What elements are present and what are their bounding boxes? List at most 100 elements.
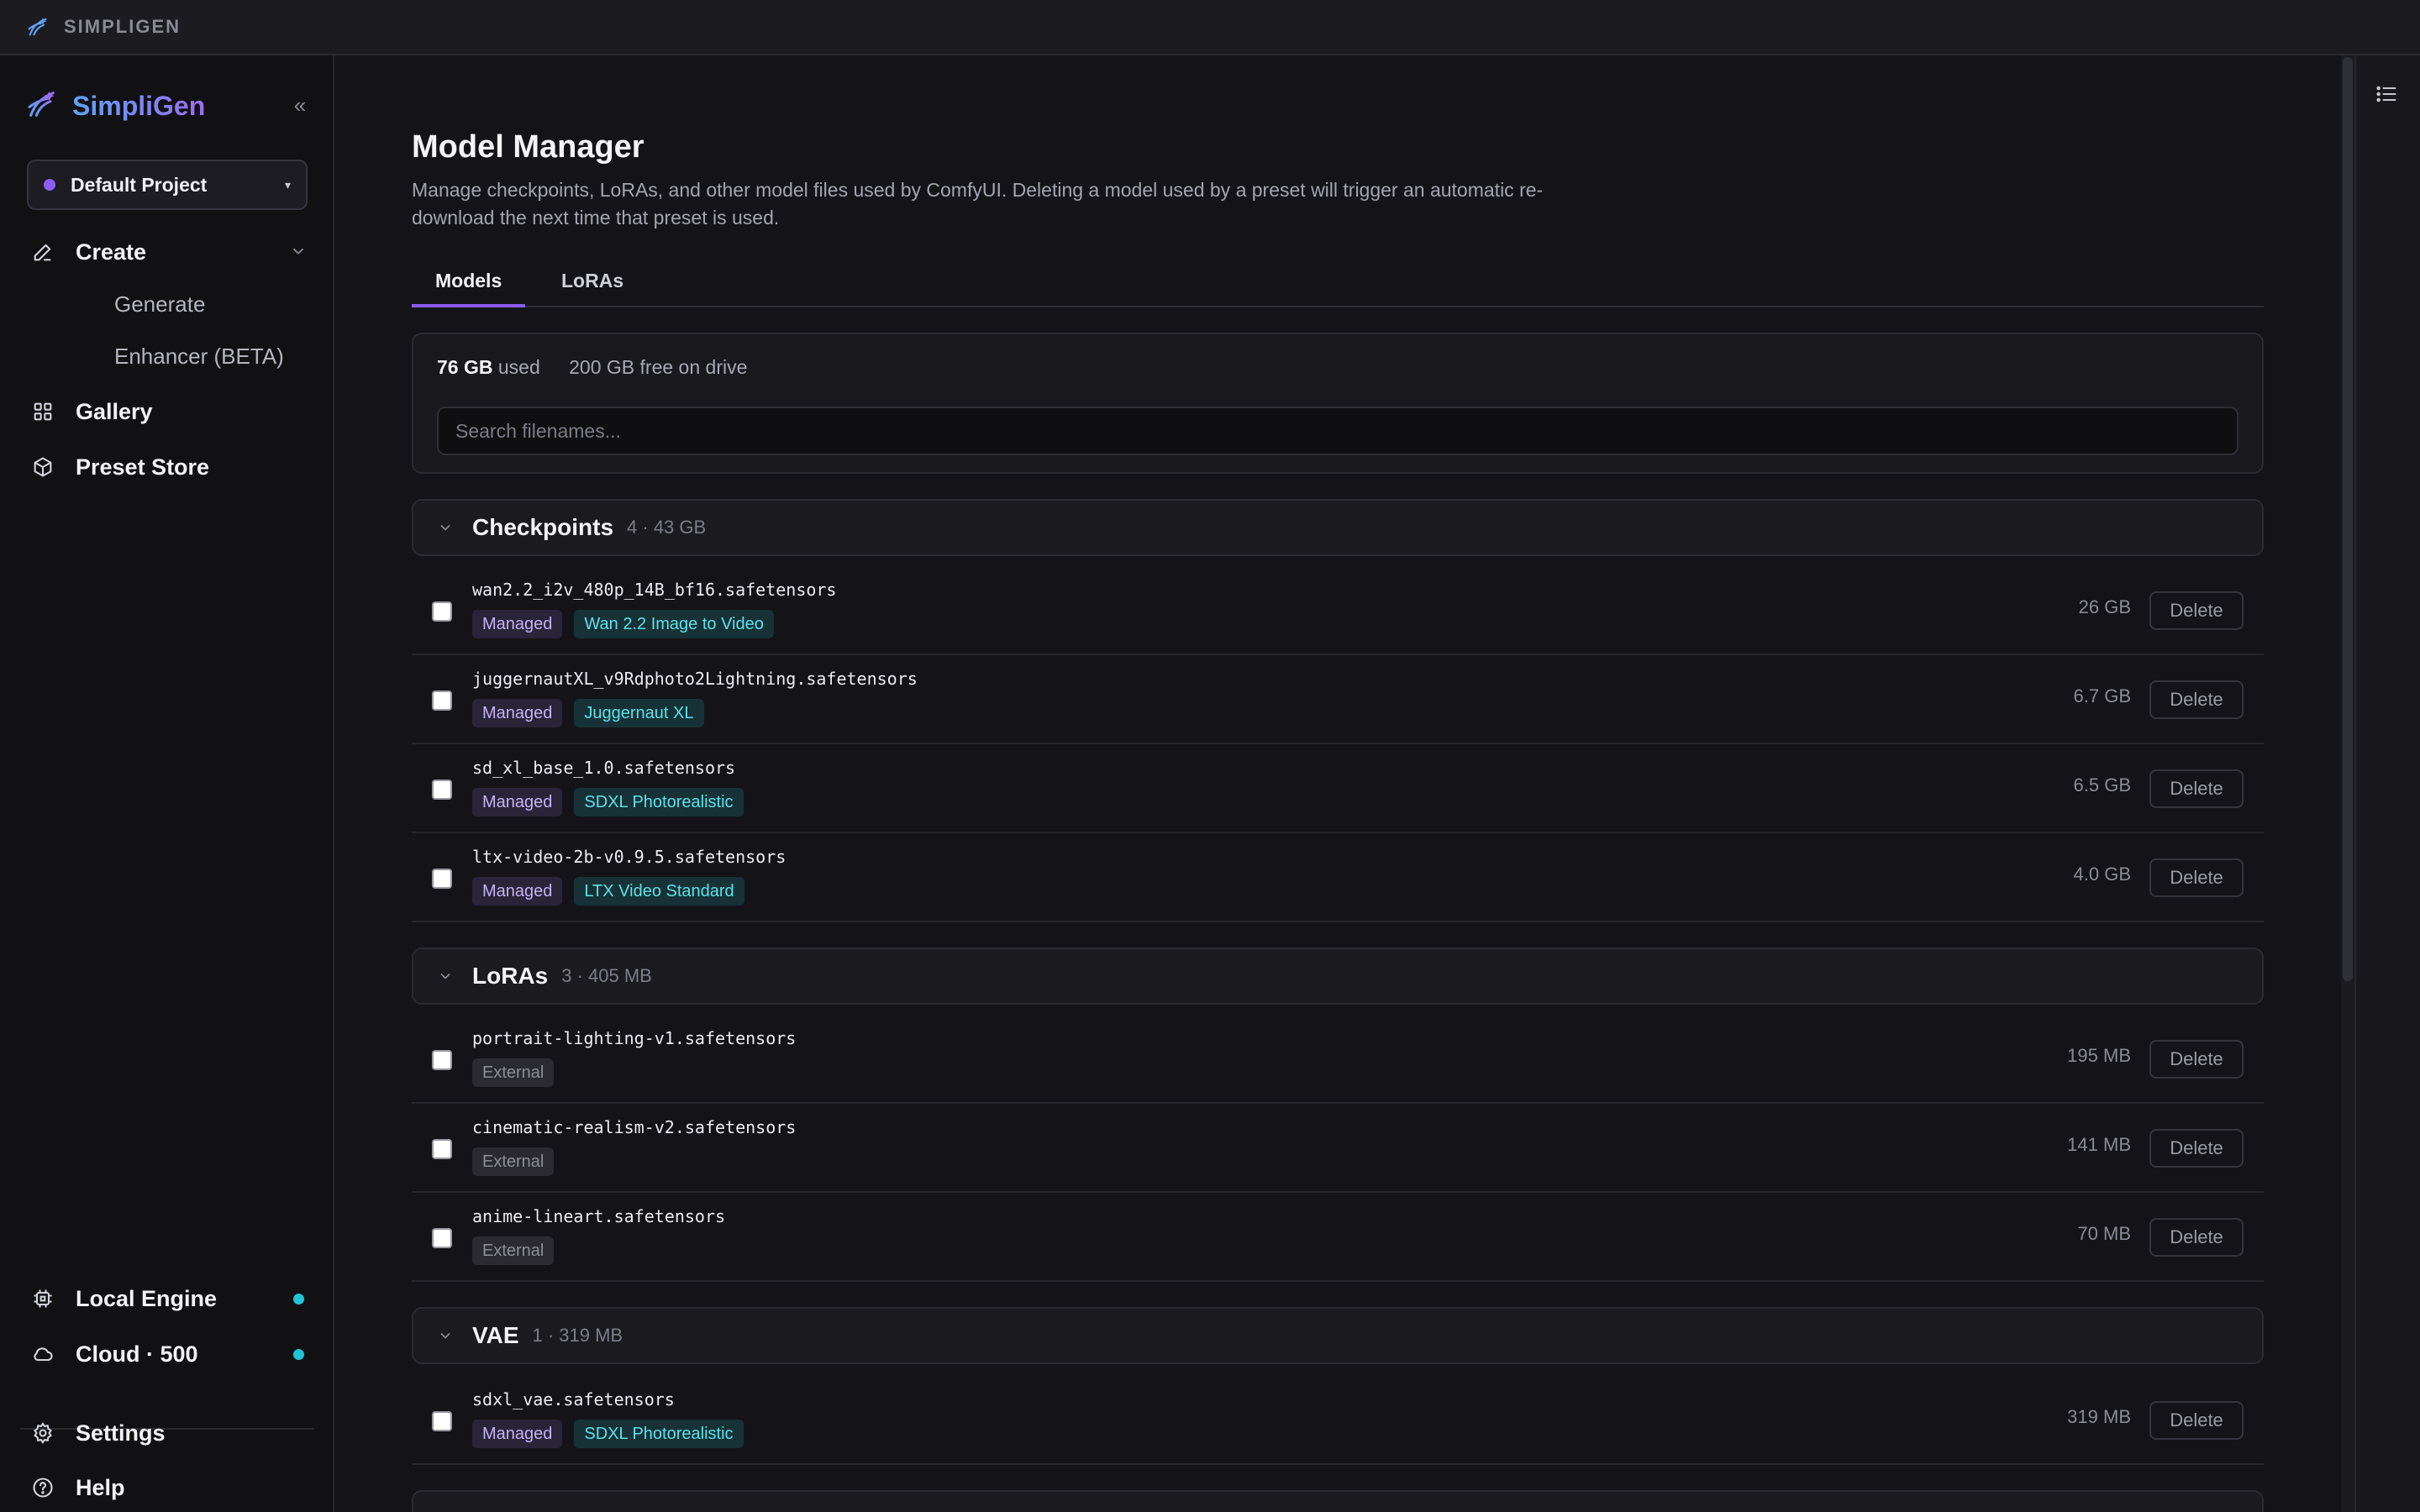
managed-badge: Managed <box>472 788 563 816</box>
search-input[interactable] <box>437 407 2238 455</box>
grid-icon <box>30 399 55 424</box>
delete-button[interactable]: Delete <box>2149 1040 2244 1079</box>
file-size: 141 MB <box>2067 1134 2131 1155</box>
table-row: anime-lineart.safetensors External 70 MB… <box>412 1193 2264 1282</box>
storage-usage-panel: 76 GB used 200 GB free on drive <box>412 333 2264 474</box>
nav-preset-store-label: Preset Store <box>76 454 210 480</box>
delete-button[interactable]: Delete <box>2149 1129 2244 1168</box>
page-description: Manage checkpoints, LoRAs, and other mod… <box>412 179 1544 228</box>
chevron-down-icon[interactable] <box>435 966 455 986</box>
project-color-dot <box>44 179 55 191</box>
local-engine-status[interactable]: Local Engine <box>30 1278 308 1319</box>
delete-button[interactable]: Delete <box>2149 769 2244 808</box>
row-checkbox[interactable] <box>432 690 452 711</box>
cloud-status[interactable]: Cloud · 500 <box>30 1334 308 1374</box>
chevron-down-icon[interactable] <box>435 517 455 538</box>
file-name: anime-lineart.safetensors <box>472 1206 726 1226</box>
free-space: 200 GB free on drive <box>569 356 748 378</box>
box-icon <box>30 454 55 480</box>
file-size: 6.7 GB <box>2073 685 2131 706</box>
chevron-down-icon[interactable] <box>435 1326 455 1346</box>
delete-button[interactable]: Delete <box>2149 591 2244 630</box>
file-size: 195 MB <box>2067 1045 2131 1066</box>
delete-button[interactable]: Delete <box>2149 1401 2244 1440</box>
table-row: cinematic-realism-v2.safetensors Externa… <box>412 1104 2264 1193</box>
preset-badge[interactable]: Juggernaut XL <box>574 699 704 727</box>
file-name: ltx-video-2b-v0.9.5.safetensors <box>472 847 786 867</box>
section-meta: 4 · 43 GB <box>627 517 707 538</box>
table-row: sdxl_vae.safetensors Managed SDXL Photore… <box>412 1376 2264 1465</box>
nav-gallery-label: Gallery <box>76 398 153 424</box>
brand-logo-icon <box>25 87 59 125</box>
table-row: juggernautXL_v9Rdphoto2Lightning.safeten… <box>412 655 2264 744</box>
collapse-sidebar-button[interactable]: « <box>287 92 313 118</box>
file-name: portrait-lighting-v1.safetensors <box>472 1028 797 1048</box>
preset-badge[interactable]: SDXL Photorealistic <box>574 1420 744 1448</box>
nav-help[interactable]: Help <box>30 1467 308 1508</box>
row-checkbox[interactable] <box>432 780 452 800</box>
brand-name: SimpliGen <box>72 90 206 121</box>
delete-button[interactable]: Delete <box>2149 858 2244 897</box>
section-header-loras[interactable]: LoRAs 3 · 405 MB <box>412 948 2264 1005</box>
nav-enhancer[interactable]: Enhancer (BETA) <box>114 339 284 373</box>
used-value: 76 GB <box>437 356 493 378</box>
file-name: sd_xl_base_1.0.safetensors <box>472 758 736 778</box>
external-badge: External <box>472 1147 555 1176</box>
file-size: 319 MB <box>2067 1406 2131 1427</box>
chevron-down-icon[interactable] <box>289 242 308 265</box>
help-icon <box>30 1475 55 1500</box>
row-checkbox[interactable] <box>432 1050 452 1070</box>
nav-settings-label: Settings <box>76 1420 166 1446</box>
section-header-vae[interactable]: VAE 1 · 319 MB <box>412 1307 2264 1364</box>
pencil-icon <box>30 239 55 265</box>
row-checkbox[interactable] <box>432 1411 452 1431</box>
sidebar: SimpliGen « Default Project ▾ Create Gen… <box>0 55 334 1512</box>
section-header-checkpoints[interactable]: Checkpoints 4 · 43 GB <box>412 499 2264 556</box>
nav-generate[interactable]: Generate <box>114 287 205 321</box>
cloud-status-dot <box>293 1349 304 1360</box>
row-checkbox[interactable] <box>432 1228 452 1248</box>
list-icon[interactable] <box>2375 82 2398 110</box>
table-row: ltx-video-2b-v0.9.5.safetensors Managed L… <box>412 833 2264 922</box>
file-size: 4.0 GB <box>2073 864 2131 885</box>
section-header-partial[interactable] <box>412 1490 2264 1512</box>
delete-button[interactable]: Delete <box>2149 1218 2244 1257</box>
nav-preset-store[interactable]: Preset Store <box>30 447 308 487</box>
nav-settings[interactable]: Settings <box>30 1413 308 1453</box>
tab-loras[interactable]: LoRAs <box>538 262 647 307</box>
brand[interactable]: SimpliGen <box>25 86 205 126</box>
file-size: 70 MB <box>2077 1223 2131 1244</box>
project-name: Default Project <box>71 173 208 196</box>
table-row: wan2.2_i2v_480p_14B_bf16.safetensors Man… <box>412 566 2264 655</box>
app-logo-icon <box>25 14 50 39</box>
section-title: VAE <box>472 1322 519 1348</box>
tab-models[interactable]: Models <box>412 262 526 307</box>
app-title: SIMPLIGEN <box>64 16 182 37</box>
external-badge: External <box>472 1058 555 1087</box>
table-row: portrait-lighting-v1.safetensors Externa… <box>412 1015 2264 1104</box>
scrollbar-thumb[interactable] <box>2343 57 2353 981</box>
nav-gallery[interactable]: Gallery <box>30 391 308 432</box>
row-checkbox[interactable] <box>432 869 452 889</box>
nav-create[interactable]: Create <box>30 232 308 272</box>
gear-icon <box>30 1420 55 1446</box>
file-size: 6.5 GB <box>2073 774 2131 795</box>
row-checkbox[interactable] <box>432 1139 452 1159</box>
external-badge: External <box>472 1236 555 1265</box>
preset-badge[interactable]: LTX Video Standard <box>574 877 744 906</box>
used-suffix: used <box>497 356 540 378</box>
managed-badge: Managed <box>472 877 563 906</box>
section-title: LoRAs <box>472 963 549 989</box>
preset-badge[interactable]: SDXL Photorealistic <box>574 788 744 816</box>
right-rail <box>2354 55 2420 1512</box>
cloud-icon <box>30 1341 55 1367</box>
preset-badge[interactable]: Wan 2.2 Image to Video <box>574 610 774 638</box>
managed-badge: Managed <box>472 699 563 727</box>
row-checkbox[interactable] <box>432 601 452 622</box>
section-title: Checkpoints <box>472 514 614 540</box>
nav-help-label: Help <box>76 1474 125 1500</box>
project-selector[interactable]: Default Project ▾ <box>27 160 308 210</box>
delete-button[interactable]: Delete <box>2149 680 2244 719</box>
file-size: 26 GB <box>2078 596 2131 617</box>
file-name: cinematic-realism-v2.safetensors <box>472 1117 797 1137</box>
